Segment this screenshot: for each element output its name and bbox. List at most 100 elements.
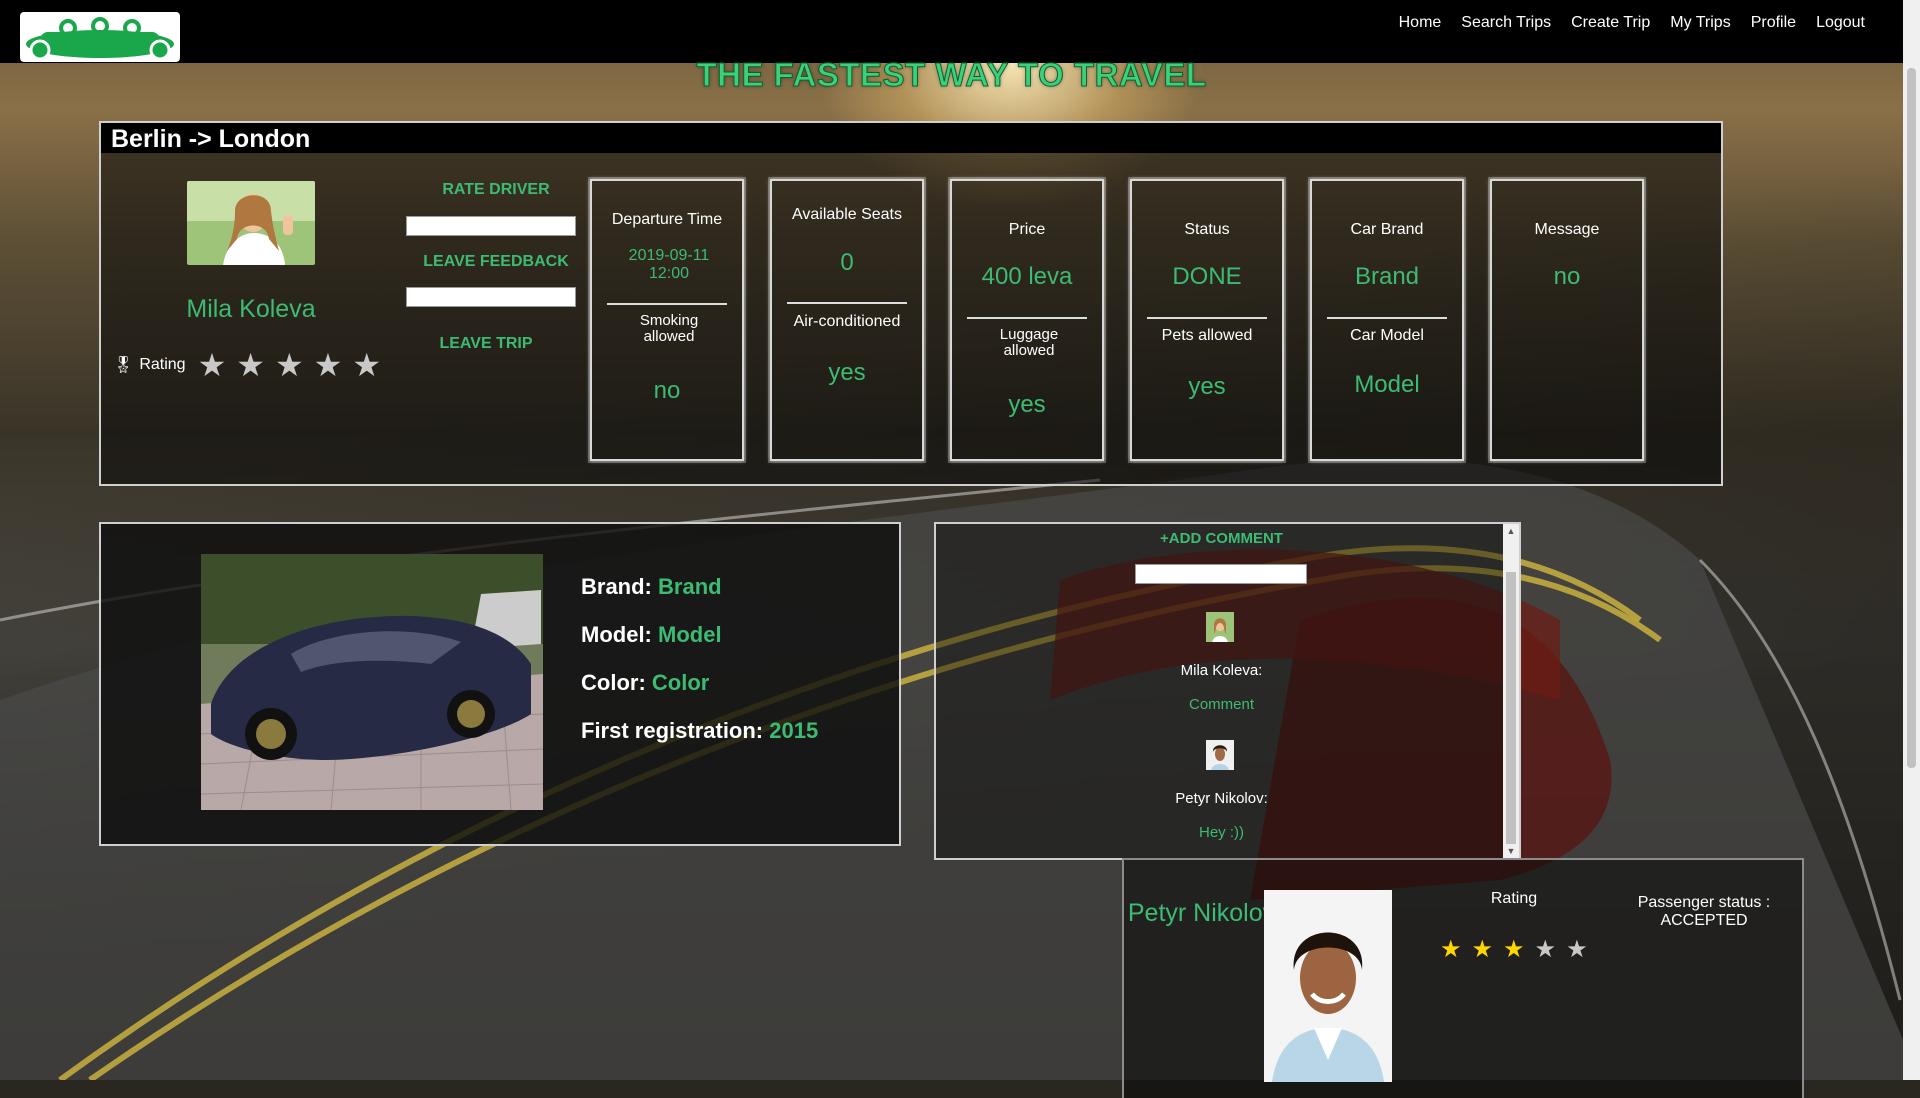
star-icon[interactable]: ★	[236, 349, 265, 381]
price-box: Price 400 leva Luggage allowed yes	[950, 179, 1104, 461]
car-brand-spec-label: Brand:	[581, 574, 652, 599]
tagline: THE FASTEST WAY TO TRAVEL	[696, 56, 1207, 94]
star-icon[interactable]: ★	[1535, 938, 1557, 962]
message-value: no	[1553, 263, 1581, 290]
divider	[787, 302, 907, 304]
car-brand-spec-value: Brand	[658, 574, 722, 599]
car-model-spec-label: Model:	[581, 622, 652, 647]
comments-panel[interactable]: +ADD COMMENT Mila Koleva: Comment Petyr …	[934, 522, 1521, 860]
available-seats-label: Available Seats	[792, 206, 902, 223]
comments-scrollbar[interactable]: ▲ ▼	[1503, 524, 1519, 858]
comment-avatar	[1206, 612, 1234, 642]
car-model-row: Model: Model	[581, 622, 722, 648]
nav-profile[interactable]: Profile	[1751, 14, 1796, 32]
car-color-spec-label: Color:	[581, 670, 646, 695]
pets-label: Pets allowed	[1161, 327, 1253, 344]
passenger-avatar	[1264, 890, 1392, 1082]
trip-details-panel: Berlin -> London Mila Koleva 🎖 Rating ★ …	[99, 121, 1723, 486]
comment-author: Mila Koleva:	[1180, 662, 1263, 679]
status-box: Status DONE Pets allowed yes	[1130, 179, 1284, 461]
leave-feedback-link[interactable]: LEAVE FEEDBACK	[411, 253, 581, 271]
divider	[1327, 317, 1447, 319]
luggage-label: Luggage allowed	[999, 326, 1059, 359]
nav-home[interactable]: Home	[1399, 14, 1442, 32]
medal-icon: 🎖	[113, 357, 134, 374]
car-brand-value: Brand	[1354, 263, 1420, 290]
main-nav: Home Search Trips Create Trip My Trips P…	[1399, 14, 1865, 32]
star-icon[interactable]: ★	[1503, 938, 1525, 962]
price-value: 400 leva	[981, 263, 1073, 290]
car-photo	[201, 554, 543, 810]
comment-text: Comment	[1188, 696, 1255, 713]
passenger-rating-label: Rating	[1490, 890, 1538, 907]
star-icon[interactable]: ★	[198, 349, 227, 381]
scroll-down-icon[interactable]: ▼	[1503, 846, 1519, 856]
car-brand-box: Car Brand Brand Car Model Model	[1310, 179, 1464, 461]
star-icon[interactable]: ★	[314, 349, 343, 381]
comment-author: Petyr Nikolov:	[1175, 790, 1268, 807]
divider	[967, 317, 1087, 319]
comments-scrollbar-thumb[interactable]	[1506, 572, 1516, 844]
page-scrollbar-thumb[interactable]	[1907, 68, 1916, 768]
air-conditioned-value: yes	[828, 359, 866, 386]
message-label: Message	[1534, 221, 1600, 238]
nav-my-trips[interactable]: My Trips	[1670, 14, 1730, 32]
price-label: Price	[1008, 221, 1046, 238]
divider	[607, 303, 727, 305]
message-box: Message no	[1490, 179, 1644, 461]
smoking-value: no	[653, 377, 681, 404]
passenger-status: Passenger status : ACCEPTED	[1637, 894, 1771, 929]
car-registration-row: First registration: 2015	[581, 718, 818, 744]
divider	[1147, 317, 1267, 319]
driver-avatar	[187, 181, 315, 265]
page-scrollbar[interactable]	[1903, 0, 1920, 1080]
car-model-spec-value: Model	[658, 622, 722, 647]
smoking-label: Smoking allowed	[639, 312, 699, 345]
nav-search-trips[interactable]: Search Trips	[1461, 14, 1551, 32]
comment-input[interactable]	[1135, 564, 1307, 584]
trip-title: Berlin -> London	[111, 125, 311, 153]
nav-create-trip[interactable]: Create Trip	[1571, 14, 1650, 32]
rate-driver-link[interactable]: RATE DRIVER	[411, 181, 581, 199]
brand-logo[interactable]	[20, 12, 180, 62]
car-model-value: Model	[1354, 371, 1420, 398]
star-icon[interactable]: ★	[1566, 938, 1588, 962]
passenger-rating-stars[interactable]: ★ ★ ★ ★ ★	[1440, 938, 1588, 962]
comment-text: Hey :))	[1199, 824, 1244, 841]
star-icon[interactable]: ★	[352, 349, 381, 381]
car-details-panel: Brand: Brand Model: Model Color: Color F…	[99, 522, 901, 846]
air-conditioned-label: Air-conditioned	[793, 313, 901, 330]
car-model-label: Car Model	[1350, 327, 1424, 344]
driver-rating-label: Rating	[139, 356, 186, 373]
car-brand-row: Brand: Brand	[581, 574, 722, 600]
departure-time-box: Departure Time 2019-09-11 12:00 Smoking …	[590, 179, 744, 461]
available-seats-box: Available Seats 0 Air-conditioned yes	[770, 179, 924, 461]
star-icon[interactable]: ★	[1472, 938, 1494, 962]
passenger-name: Petyr Nikolov	[1127, 899, 1276, 927]
star-icon[interactable]: ★	[275, 349, 304, 381]
departure-time-label: Departure Time	[611, 211, 723, 228]
nav-logout[interactable]: Logout	[1816, 14, 1865, 32]
rate-driver-input[interactable]	[406, 216, 576, 236]
departure-time-value: 2019-09-11 12:00	[628, 247, 710, 282]
driver-rating-row: 🎖 Rating ★ ★ ★ ★ ★	[113, 349, 381, 381]
status-label: Status	[1184, 221, 1230, 238]
leave-feedback-input[interactable]	[406, 287, 576, 307]
available-seats-value: 0	[840, 249, 854, 276]
pets-value: yes	[1188, 373, 1226, 400]
driver-rating-stars[interactable]: ★ ★ ★ ★ ★	[198, 349, 381, 381]
trip-header: Berlin -> London	[101, 123, 1721, 153]
car-color-row: Color: Color	[581, 670, 709, 696]
passenger-card: Petyr Nikolov Rating ★ ★ ★ ★ ★ Passenger sta…	[1122, 858, 1804, 1098]
car-registration-spec-value: 2015	[769, 718, 819, 743]
leave-trip-button[interactable]: LEAVE TRIP	[401, 335, 571, 353]
car-registration-spec-label: First registration:	[581, 718, 764, 743]
scroll-up-icon[interactable]: ▲	[1503, 526, 1519, 536]
status-value: DONE	[1172, 263, 1242, 290]
top-navbar: Home Search Trips Create Trip My Trips P…	[0, 0, 1903, 63]
car-brand-label: Car Brand	[1350, 221, 1424, 238]
car-logo-icon	[26, 17, 174, 61]
luggage-value: yes	[1008, 391, 1046, 418]
add-comment-button[interactable]: +ADD COMMENT	[936, 530, 1507, 547]
star-icon[interactable]: ★	[1440, 938, 1462, 962]
